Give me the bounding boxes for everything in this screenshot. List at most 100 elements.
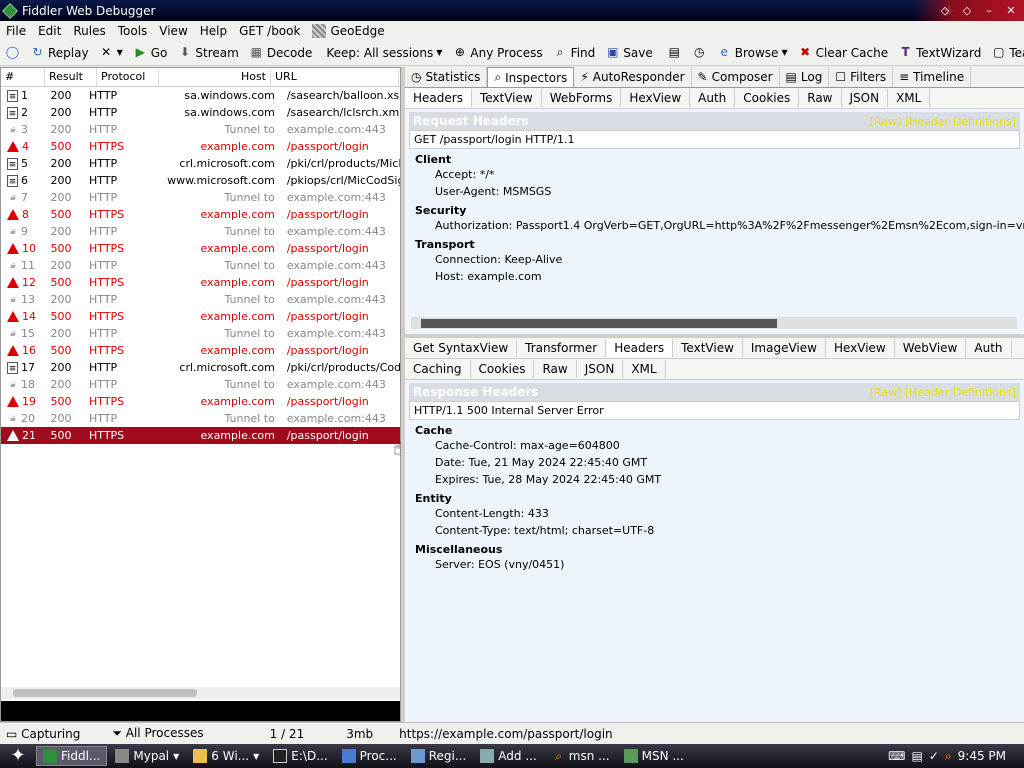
screenshot-button[interactable]: ▤ bbox=[662, 42, 687, 64]
response-tab-xml[interactable]: XML bbox=[623, 360, 666, 378]
header-line[interactable]: Cache-Control: max-age=604800 bbox=[405, 437, 1024, 454]
scrollbar-thumb[interactable] bbox=[13, 689, 197, 697]
menu-file[interactable]: File bbox=[0, 24, 32, 38]
header-group-title[interactable]: Transport bbox=[405, 234, 1024, 251]
header-line[interactable]: Date: Tue, 21 May 2024 22:45:40 GMT bbox=[405, 454, 1024, 471]
tab-timeline[interactable]: ≡ Timeline bbox=[893, 67, 972, 87]
taskbar-item[interactable]: E:\D... bbox=[267, 746, 333, 766]
header-line[interactable]: User-Agent: MSMSGS bbox=[405, 183, 1024, 200]
tab-inspectors[interactable]: ⌕ Inspectors bbox=[487, 67, 575, 87]
session-row[interactable]: 12 500 HTTPS example.com/passport/login bbox=[1, 274, 400, 291]
process-filter[interactable]: ⏷ All Processes bbox=[106, 726, 209, 741]
header-line[interactable]: Content-Type: text/html; charset=UTF-8 bbox=[405, 522, 1024, 539]
start-button[interactable]: ✦ bbox=[0, 744, 36, 768]
request-tab-raw[interactable]: Raw bbox=[799, 89, 842, 107]
quickexec-box[interactable] bbox=[1, 701, 400, 721]
security-icon[interactable]: ✓ bbox=[929, 749, 939, 763]
keep-sessions-dropdown[interactable]: Keep: All sessions ▼ bbox=[321, 42, 447, 64]
session-row[interactable]: 19 500 HTTPS example.com/passport/login bbox=[1, 393, 400, 410]
menu-rules[interactable]: Rules bbox=[67, 24, 111, 38]
request-tab-headers[interactable]: Headers bbox=[405, 89, 472, 107]
request-tab-hexview[interactable]: HexView bbox=[621, 89, 691, 107]
session-row[interactable]: 10 500 HTTPS example.com/passport/login bbox=[1, 240, 400, 257]
browse-button[interactable]: e Browse ▼ bbox=[712, 42, 793, 64]
session-row[interactable]: 🔒︎ 11 200 HTTP Tunnel to example.com:443 bbox=[1, 257, 400, 274]
header-group-title[interactable]: Cache bbox=[405, 420, 1024, 437]
taskbar-item[interactable]: Regi... bbox=[405, 746, 473, 766]
save-button[interactable]: ▣ Save bbox=[600, 42, 657, 64]
tab-filters[interactable]: ☐ Filters bbox=[829, 67, 894, 87]
response-tab-syntaxview[interactable]: Get SyntaxView bbox=[405, 339, 518, 357]
capturing-indicator[interactable]: ▭ Capturing bbox=[0, 727, 86, 741]
session-row[interactable]: 16 500 HTTPS example.com/passport/login bbox=[1, 342, 400, 359]
session-row[interactable]: ≡ 5 200 HTTP crl.microsoft.com/pki/crl/produ… bbox=[1, 155, 400, 172]
request-tab-textview[interactable]: TextView bbox=[472, 89, 542, 107]
session-row[interactable]: 🔒︎ 13 200 HTTP Tunnel to example.com:443 bbox=[1, 291, 400, 308]
header-group-title[interactable]: Security bbox=[405, 200, 1024, 217]
request-tab-xml[interactable]: XML bbox=[888, 89, 931, 107]
restore-icon[interactable]: ◇ bbox=[936, 3, 954, 19]
request-tab-json[interactable]: JSON bbox=[842, 89, 889, 107]
header-line[interactable]: Server: EOS (vny/0451) bbox=[405, 556, 1024, 573]
tearoff-button[interactable]: ▢Tearoff bbox=[986, 42, 1024, 64]
taskbar-item[interactable]: Mypal ▼ bbox=[109, 746, 185, 766]
session-row[interactable]: 8 500 HTTPS example.com/passport/login bbox=[1, 206, 400, 223]
find-button[interactable]: ⌕ Find bbox=[548, 42, 601, 64]
header-group-title[interactable]: Miscellaneous bbox=[405, 539, 1024, 556]
response-tab-textview[interactable]: TextView bbox=[673, 339, 743, 357]
column-host[interactable]: Host bbox=[159, 68, 271, 86]
menu-view[interactable]: View bbox=[153, 24, 193, 38]
session-row[interactable]: 🔒︎ 3 200 HTTP Tunnel to example.com:443 bbox=[1, 121, 400, 138]
session-row[interactable]: 21 500 HTTPS example.com/passport/login bbox=[1, 427, 400, 444]
stream-button[interactable]: ⬇ Stream bbox=[172, 42, 243, 64]
session-row[interactable]: 14 500 HTTPS example.com/passport/login bbox=[1, 308, 400, 325]
header-line[interactable]: Expires: Tue, 28 May 2024 22:45:40 GMT bbox=[405, 471, 1024, 488]
response-tab-headers[interactable]: Headers bbox=[606, 339, 674, 357]
tab-composer[interactable]: ✎ Composer bbox=[692, 67, 780, 87]
session-row[interactable]: 🔒︎ 7 200 HTTP Tunnel to example.com:443 bbox=[1, 189, 400, 206]
timer-button[interactable]: ◷ bbox=[687, 42, 712, 64]
session-row[interactable]: ≡ 1 200 HTTP sa.windows.com/sasearch/balloon… bbox=[1, 87, 400, 104]
menu-get-book[interactable]: GET /book bbox=[233, 24, 306, 38]
response-tab-json[interactable]: JSON bbox=[577, 360, 624, 378]
tab-autoresponder[interactable]: ⚡ AutoResponder bbox=[574, 67, 692, 87]
response-header-links[interactable]: [Raw] [Header Definitions] bbox=[870, 386, 1016, 399]
tab-statistics[interactable]: ◷ Statistics bbox=[405, 67, 488, 87]
clear-cache-button[interactable]: ✖ Clear Cache bbox=[793, 42, 894, 64]
menu-tools[interactable]: Tools bbox=[112, 24, 154, 38]
taskbar-item[interactable]: Fiddl... bbox=[36, 746, 108, 766]
header-line[interactable]: Host: example.com bbox=[405, 268, 1024, 285]
close-button[interactable]: ✕ bbox=[1002, 3, 1020, 19]
taskbar-item[interactable]: 6 Wi... ▼ bbox=[187, 746, 265, 766]
menu-help[interactable]: Help bbox=[194, 24, 233, 38]
response-tab-caching[interactable]: Caching bbox=[405, 360, 471, 378]
response-tab-transformer[interactable]: Transformer bbox=[517, 339, 607, 357]
pin-icon[interactable]: ◇ bbox=[958, 3, 976, 19]
header-line[interactable]: Accept: */* bbox=[405, 166, 1024, 183]
menu-edit[interactable]: Edit bbox=[32, 24, 67, 38]
decode-button[interactable]: ▦ Decode bbox=[244, 42, 318, 64]
request-horizontal-scrollbar[interactable] bbox=[411, 317, 1017, 329]
header-line[interactable]: Authorization: Passport1.4 OrgVerb=GET,O… bbox=[405, 217, 1024, 234]
minimize-button[interactable]: – bbox=[980, 3, 998, 19]
session-row[interactable]: 🔒︎ 20 200 HTTP Tunnel to example.com:443 bbox=[1, 410, 400, 427]
replay-button[interactable]: ↻ Replay bbox=[25, 42, 94, 64]
any-process-button[interactable]: ⊕ Any Process bbox=[447, 42, 547, 64]
search-icon[interactable]: ⌕ bbox=[945, 749, 952, 764]
session-row[interactable]: 🔒︎ 18 200 HTTP Tunnel to example.com:443 bbox=[1, 376, 400, 393]
column-number[interactable]: # bbox=[1, 68, 45, 86]
session-row[interactable]: ≡ 17 200 HTTP crl.microsoft.com/pki/crl/prod… bbox=[1, 359, 400, 376]
tab-log[interactable]: ▤ Log bbox=[780, 67, 830, 87]
keyboard-icon[interactable]: ⌨ bbox=[888, 749, 905, 763]
response-tab-raw[interactable]: Raw bbox=[534, 360, 577, 378]
response-tab-cookies[interactable]: Cookies bbox=[471, 360, 535, 378]
taskbar-item[interactable]: Add ... bbox=[474, 746, 543, 766]
header-line[interactable]: Connection: Keep-Alive bbox=[405, 251, 1024, 268]
clock[interactable]: 9:45 PM bbox=[958, 749, 1006, 763]
taskbar-item[interactable]: ⌕ msn ... bbox=[545, 746, 616, 766]
session-row[interactable]: 🔒︎ 15 200 HTTP Tunnel to example.com:443 bbox=[1, 325, 400, 342]
textwizard-button[interactable]: T TextWizard bbox=[893, 42, 986, 64]
session-row[interactable]: ≡ 6 200 HTTP www.microsoft.com/pkiops/crl/Mi… bbox=[1, 172, 400, 189]
response-tab-auth[interactable]: Auth bbox=[966, 339, 1012, 357]
header-group-title[interactable]: Entity bbox=[405, 488, 1024, 505]
